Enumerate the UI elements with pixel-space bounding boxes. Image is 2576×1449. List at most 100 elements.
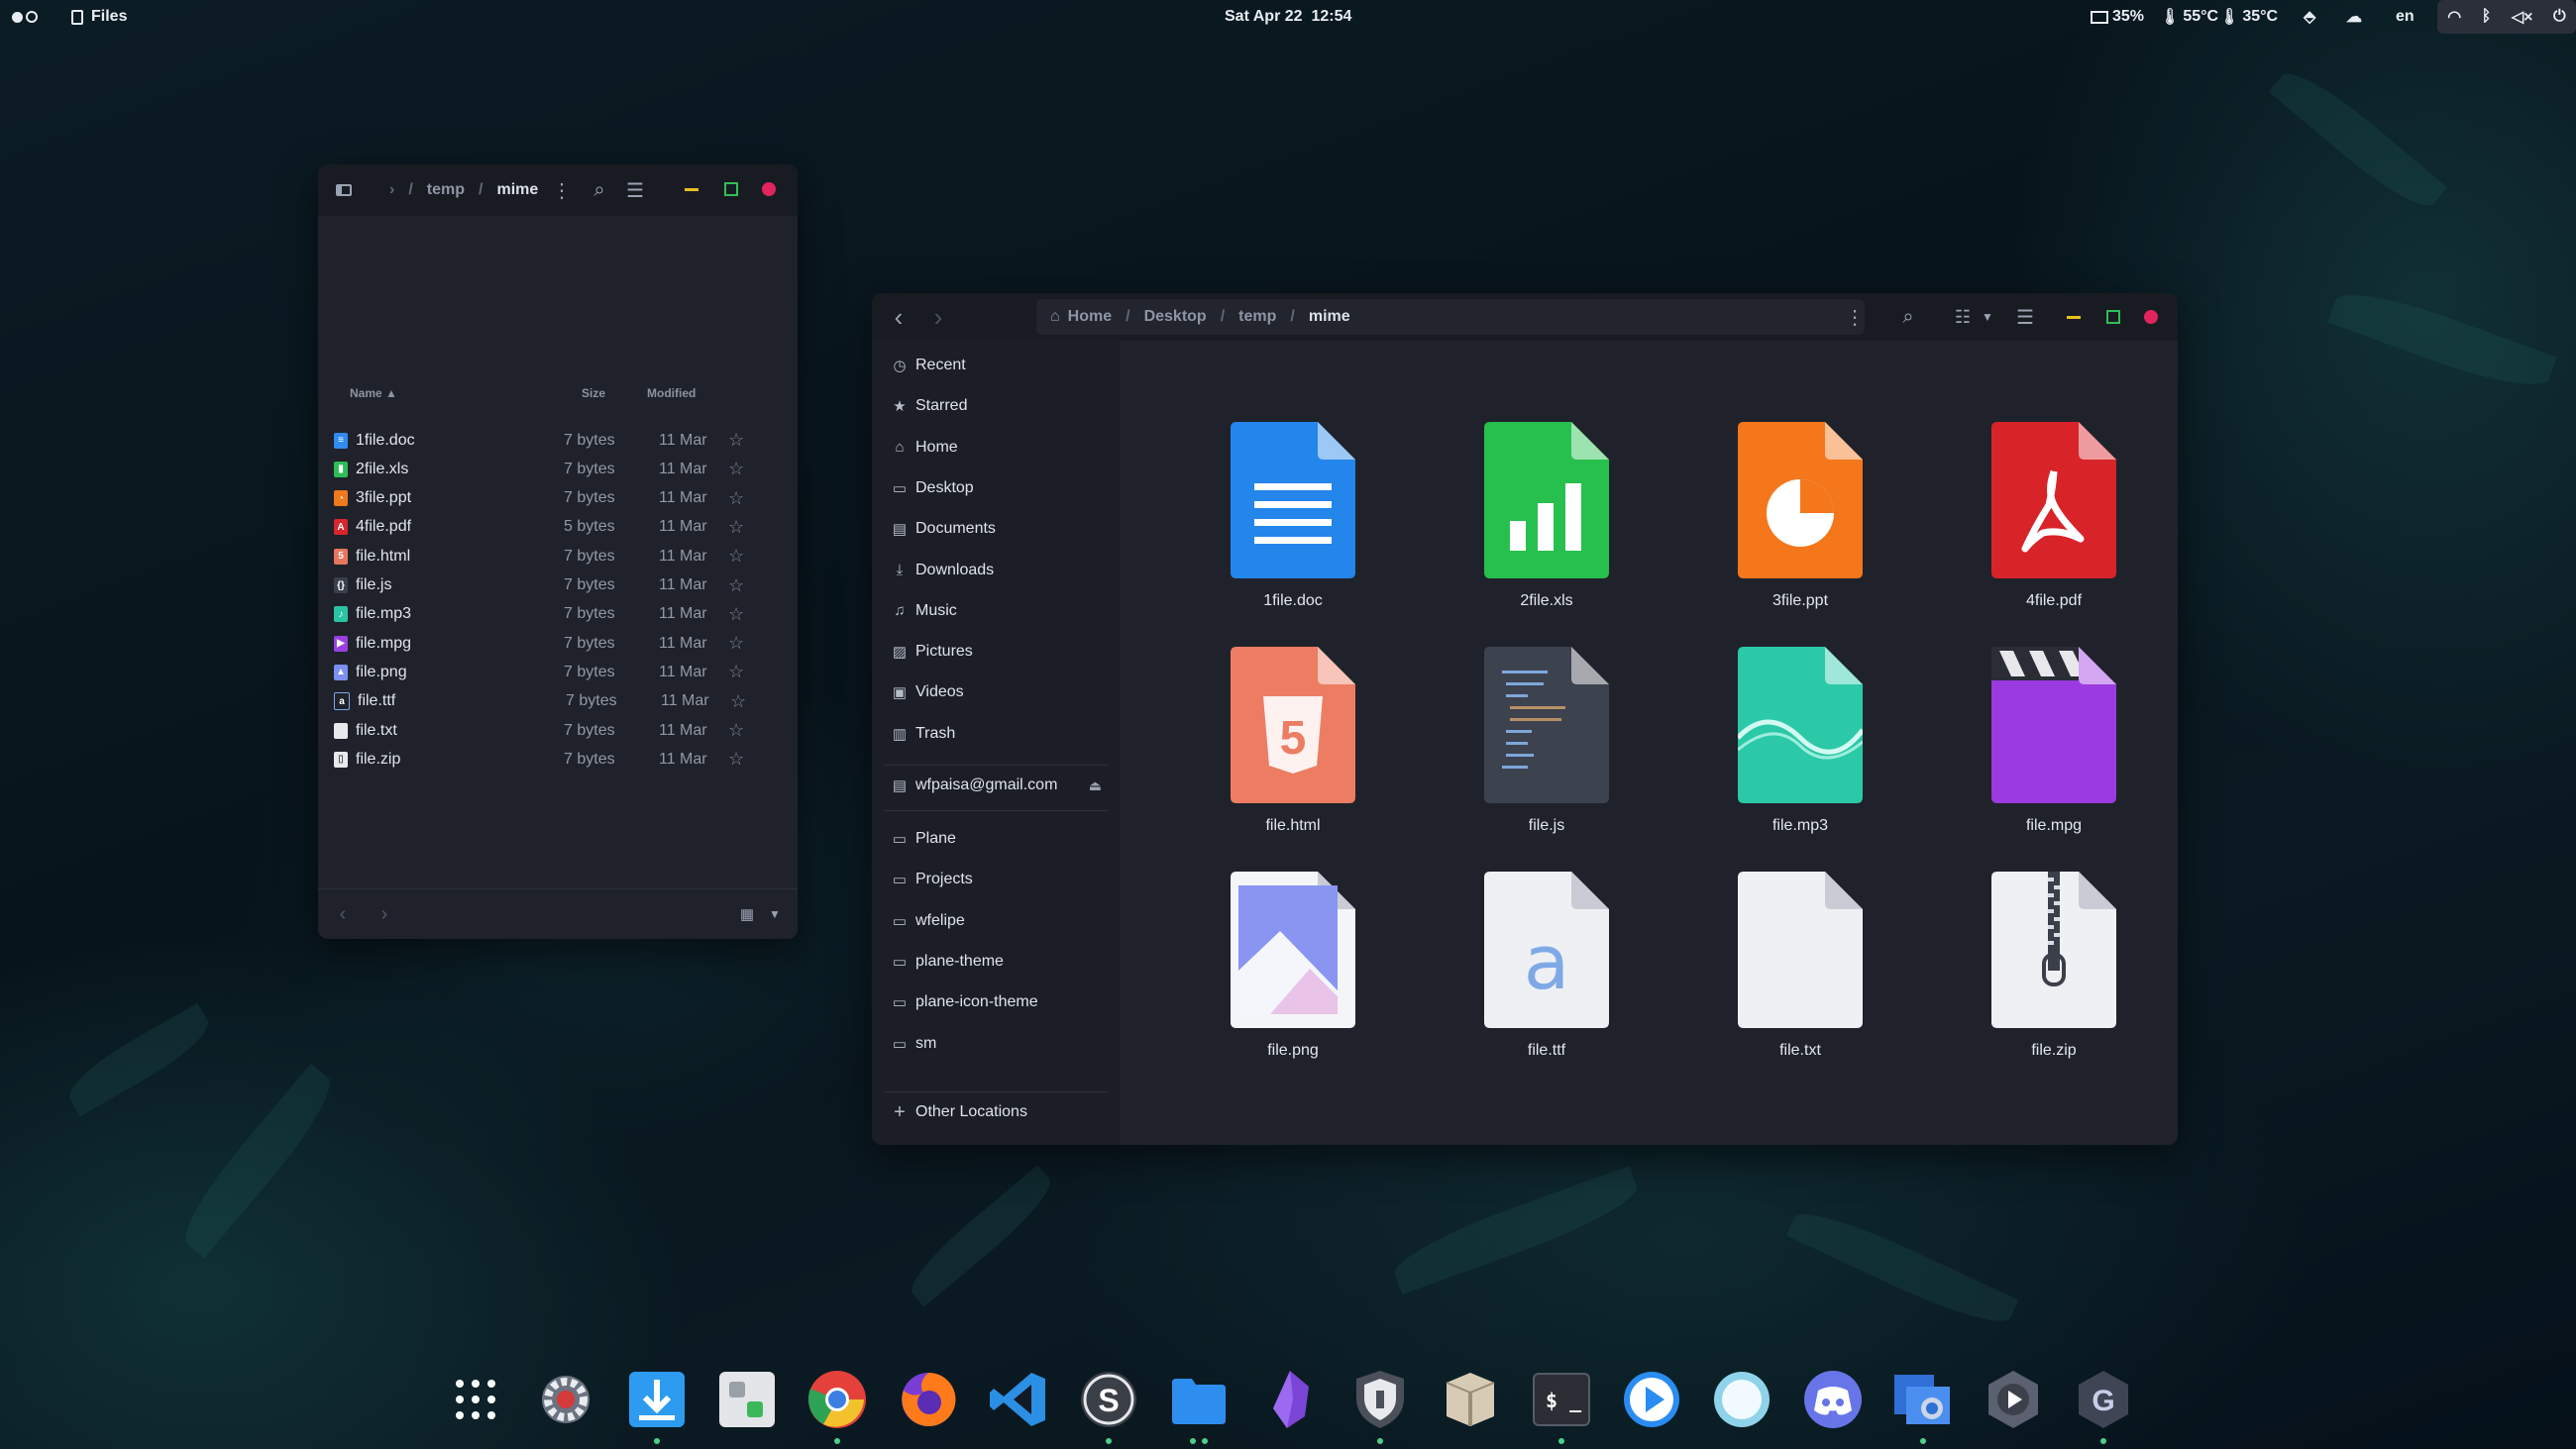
close-button[interactable]	[2144, 310, 2158, 324]
file-tile[interactable]: file.mpg	[1955, 645, 2153, 843]
sidebar-item-desktop[interactable]: ▭ Desktop	[890, 475, 974, 501]
clock[interactable]: Sat Apr 22 12:54	[1225, 0, 1351, 34]
star-icon[interactable]: ☆	[728, 430, 744, 451]
sidebar-item-other-locations[interactable]: + Other Locations	[890, 1099, 1027, 1125]
star-icon[interactable]: ☆	[728, 517, 744, 538]
sidebar-item-pictures[interactable]: ▨ Pictures	[890, 639, 973, 665]
star-icon[interactable]: ☆	[728, 720, 744, 741]
player-icon[interactable]	[1617, 1365, 1686, 1434]
sidebar-toggle-icon[interactable]	[328, 174, 360, 206]
column-name[interactable]: Name ▲	[350, 386, 397, 400]
sidebar-item-home[interactable]: ⌂ Home	[890, 435, 957, 461]
menu-dots-icon[interactable]: ⋮	[550, 174, 574, 206]
chevron-down-icon[interactable]: ▼	[762, 901, 788, 927]
crumb-home[interactable]: Home	[1068, 308, 1112, 326]
sidebar-item-bookmark[interactable]: ▭ Projects	[890, 867, 973, 892]
list-row[interactable]: ♪ file.mp3 7 bytes 11 Mar ☆	[334, 600, 778, 629]
sidebar-item-documents[interactable]: ▤ Documents	[890, 516, 996, 542]
crumb-mime[interactable]: mime	[1309, 308, 1350, 326]
sidebar-item-downloads[interactable]: ⤓ Downloads	[890, 558, 994, 583]
sidebar-item-starred[interactable]: ★ Starred	[890, 393, 967, 419]
file-tile[interactable]: 4file.pdf	[1955, 420, 2153, 618]
list-row[interactable]: ▶ file.mpg 7 bytes 11 Mar ☆	[334, 629, 778, 658]
crumb-desktop[interactable]: Desktop	[1144, 308, 1207, 326]
sidebar-item-music[interactable]: ♫ Music	[890, 598, 956, 624]
weather-icon[interactable]: ☁	[2346, 0, 2362, 34]
search-icon[interactable]: ⌕	[584, 174, 615, 206]
star-icon[interactable]: ☆	[728, 604, 744, 625]
firefox-icon[interactable]	[894, 1365, 963, 1434]
star-icon[interactable]: ☆	[730, 691, 746, 712]
close-button[interactable]	[762, 182, 776, 196]
screenshot-icon[interactable]	[1888, 1365, 1958, 1434]
file-tile[interactable]: 2file.xls	[1448, 420, 1646, 618]
list-row[interactable]: ◔ 3file.ppt 7 bytes 11 Mar ☆	[334, 484, 778, 513]
star-icon[interactable]: ☆	[728, 459, 744, 479]
search-icon[interactable]: ⌕	[1892, 301, 1924, 333]
menu-dots-icon[interactable]: ⋮	[1843, 301, 1867, 333]
files-icon[interactable]	[1164, 1365, 1234, 1434]
list-row[interactable]: ≡ 1file.doc 7 bytes 11 Mar ☆	[334, 426, 778, 455]
column-modified[interactable]: Modified	[647, 386, 696, 400]
list-row[interactable]: a file.ttf 7 bytes 11 Mar ☆	[334, 687, 778, 716]
file-tile[interactable]: file.txt	[1701, 870, 1899, 1068]
grid-view-icon[interactable]: ▦	[734, 901, 760, 927]
chevron-down-icon[interactable]: ▼	[1978, 301, 1997, 333]
hamburger-menu-icon[interactable]: ☰	[2009, 301, 2041, 333]
ubuntu-circle-icon[interactable]	[1707, 1365, 1776, 1434]
dropbox-icon[interactable]: ⬘	[2304, 0, 2315, 34]
activities-button[interactable]	[12, 0, 38, 34]
list-row[interactable]: A 4file.pdf 5 bytes 11 Mar ☆	[334, 513, 778, 542]
crumb-temp[interactable]: temp	[1238, 308, 1276, 326]
app-menu[interactable]: Files	[71, 0, 127, 34]
video-editor-icon[interactable]	[1979, 1365, 2048, 1434]
star-icon[interactable]: ☆	[728, 488, 744, 509]
discord-icon[interactable]	[1798, 1365, 1868, 1434]
star-icon[interactable]: ☆	[728, 575, 744, 596]
sidebar-item-bookmark[interactable]: ▭ plane-icon-theme	[890, 989, 1038, 1015]
back-arrow-icon[interactable]: ‹	[884, 301, 913, 333]
file-tile[interactable]: 3file.ppt	[1701, 420, 1899, 618]
obsidian-icon[interactable]	[1255, 1365, 1325, 1434]
list-row[interactable]: ▲ file.png 7 bytes 11 Mar ☆	[334, 658, 778, 686]
file-tile[interactable]: file.zip	[1955, 870, 2153, 1068]
file-tile[interactable]: file.js	[1448, 645, 1646, 843]
file-tile[interactable]: a file.ttf	[1448, 870, 1646, 1068]
gitkraken-icon[interactable]: G	[2069, 1365, 2138, 1434]
star-icon[interactable]: ☆	[728, 546, 744, 567]
column-size[interactable]: Size	[582, 386, 605, 400]
sidebar-item-videos[interactable]: ▣ Videos	[890, 679, 964, 705]
maximize-button[interactable]	[724, 182, 738, 196]
file-tile[interactable]: file.png	[1194, 870, 1392, 1068]
file-tile[interactable]: 5 file.html	[1194, 645, 1392, 843]
sidebar-item-recent[interactable]: ◷ Recent	[890, 353, 965, 378]
minimize-button[interactable]	[2067, 310, 2081, 324]
minimize-button[interactable]	[685, 182, 698, 196]
back-arrow-icon[interactable]: ‹	[330, 901, 356, 927]
list-row[interactable]: file.txt 7 bytes 11 Mar ☆	[334, 716, 778, 745]
security-icon[interactable]	[1345, 1365, 1415, 1434]
star-icon[interactable]: ☆	[728, 662, 744, 682]
sidebar-item-bookmark[interactable]: ▭ plane-theme	[890, 949, 1004, 975]
list-row[interactable]: {} file.js 7 bytes 11 Mar ☆	[334, 571, 778, 600]
list-view-icon[interactable]: ☷	[1948, 301, 1978, 333]
sidebar-item-bookmark[interactable]: ▭ sm	[890, 1031, 936, 1057]
file-tile[interactable]: 1file.doc	[1194, 420, 1392, 618]
forward-arrow-icon[interactable]: ›	[923, 301, 953, 333]
file-tile[interactable]: file.mp3	[1701, 645, 1899, 843]
tweaks-icon[interactable]	[712, 1365, 782, 1434]
list-row[interactable]: ▯ file.zip 7 bytes 11 Mar ☆	[334, 745, 778, 774]
star-icon[interactable]: ☆	[728, 749, 744, 770]
chrome-icon[interactable]	[803, 1365, 872, 1434]
hamburger-menu-icon[interactable]: ☰	[619, 174, 651, 206]
forward-arrow-icon[interactable]: ›	[372, 901, 397, 927]
app-grid-icon[interactable]	[441, 1365, 510, 1434]
crumb-mime[interactable]: mime	[496, 181, 538, 199]
settings-icon[interactable]	[531, 1365, 600, 1434]
sidebar-item-trash[interactable]: ▥ Trash	[890, 721, 955, 747]
vscode-icon[interactable]	[984, 1365, 1053, 1434]
archive-icon[interactable]	[1436, 1365, 1505, 1434]
system-menu[interactable]: ◠ ᛒ ◁× ⏻	[2437, 0, 2576, 34]
maximize-button[interactable]	[2106, 310, 2120, 324]
terminal-icon[interactable]: $ _	[1527, 1365, 1596, 1434]
